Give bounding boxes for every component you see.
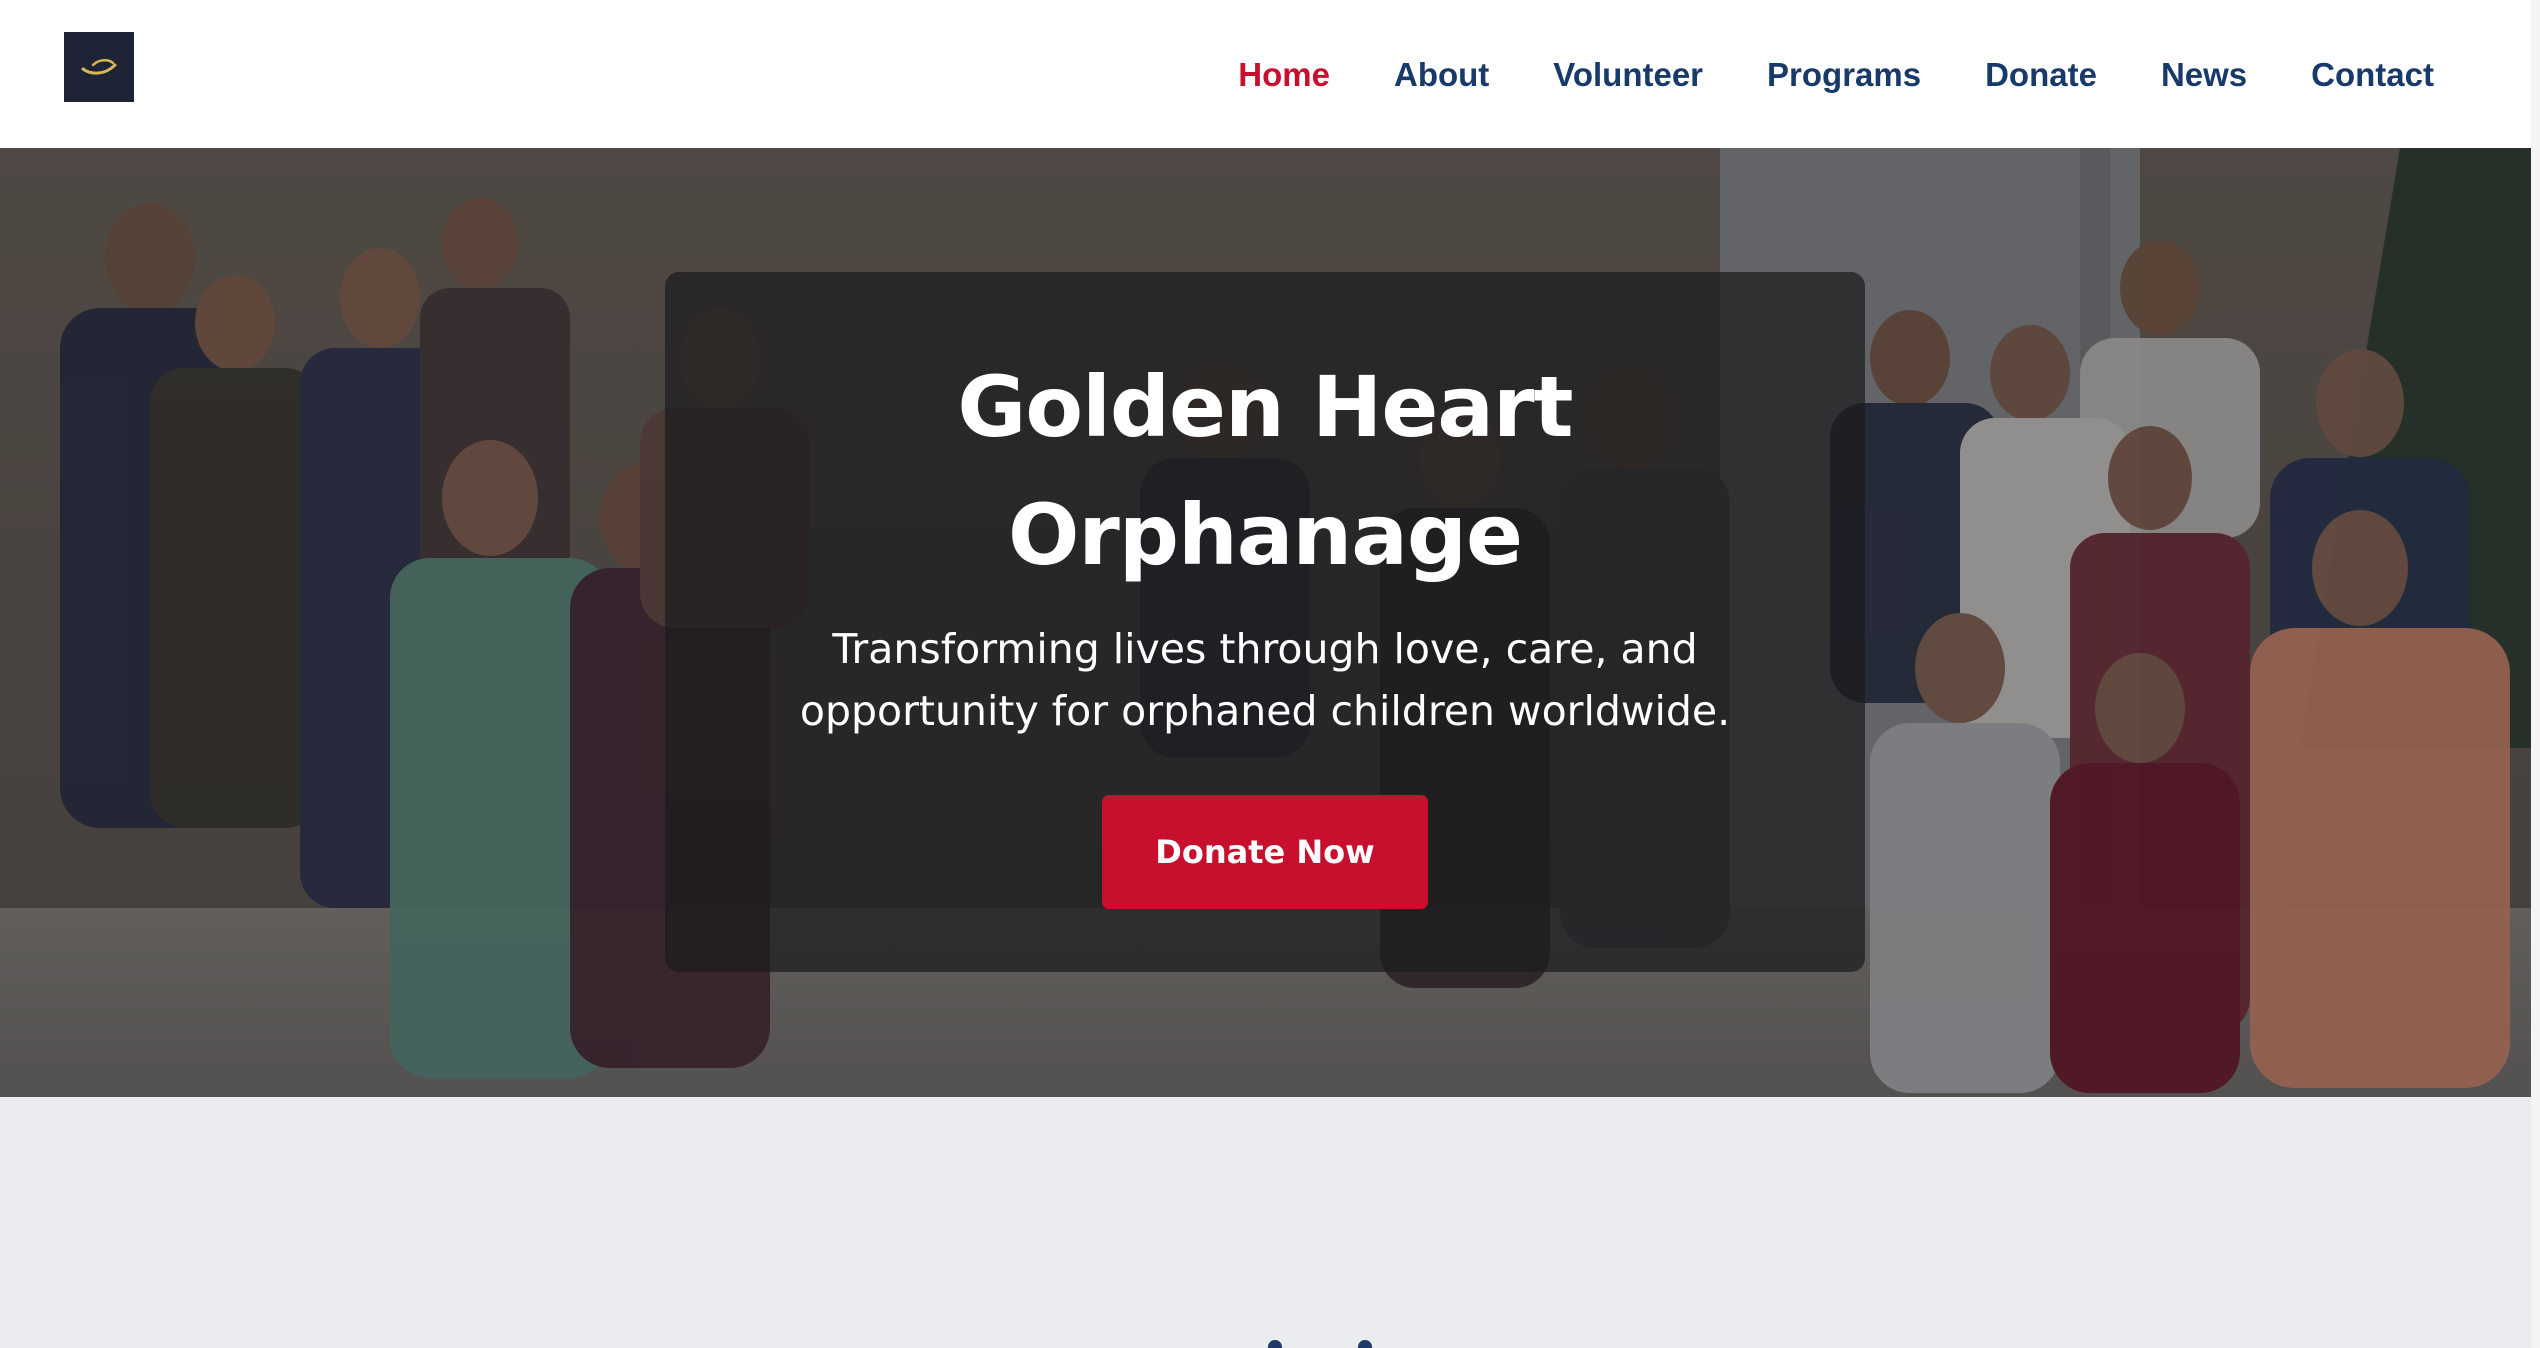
nav-volunteer[interactable]: Volunteer — [1553, 50, 1703, 100]
hero-title-line-2: Orphanage — [1007, 486, 1523, 584]
main-nav: Home About Volunteer Programs Donate New… — [1174, 50, 2434, 100]
nav-contact[interactable]: Contact — [2311, 50, 2434, 100]
donate-now-button[interactable]: Donate Now — [1102, 795, 1428, 909]
content-section — [0, 1097, 2531, 1348]
hero-section: Golden Heart Orphanage Transforming live… — [0, 148, 2531, 1097]
partial-icon-dot-left — [1268, 1340, 1282, 1348]
nav-news[interactable]: News — [2161, 50, 2247, 100]
nav-about[interactable]: About — [1394, 50, 1489, 100]
hero-subtitle-line-1: Transforming lives through love, care, a… — [832, 625, 1698, 673]
page: Home About Volunteer Programs Donate New… — [0, 0, 2540, 1348]
hero-title: Golden Heart Orphanage — [665, 343, 1865, 599]
hero-subtitle: Transforming lives through love, care, a… — [665, 618, 1865, 742]
nav-home[interactable]: Home — [1238, 50, 1330, 100]
logo-swoosh-icon — [81, 59, 117, 75]
site-header: Home About Volunteer Programs Donate New… — [0, 0, 2531, 148]
page-scrollbar[interactable] — [2531, 0, 2540, 1348]
hero-title-line-1: Golden Heart — [957, 358, 1573, 456]
hero-subtitle-line-2: opportunity for orphaned children worldw… — [799, 687, 1731, 735]
logo-icon[interactable] — [64, 32, 134, 102]
partial-icon-dot-right — [1358, 1340, 1372, 1348]
nav-donate[interactable]: Donate — [1985, 50, 2097, 100]
nav-programs[interactable]: Programs — [1767, 50, 1921, 100]
